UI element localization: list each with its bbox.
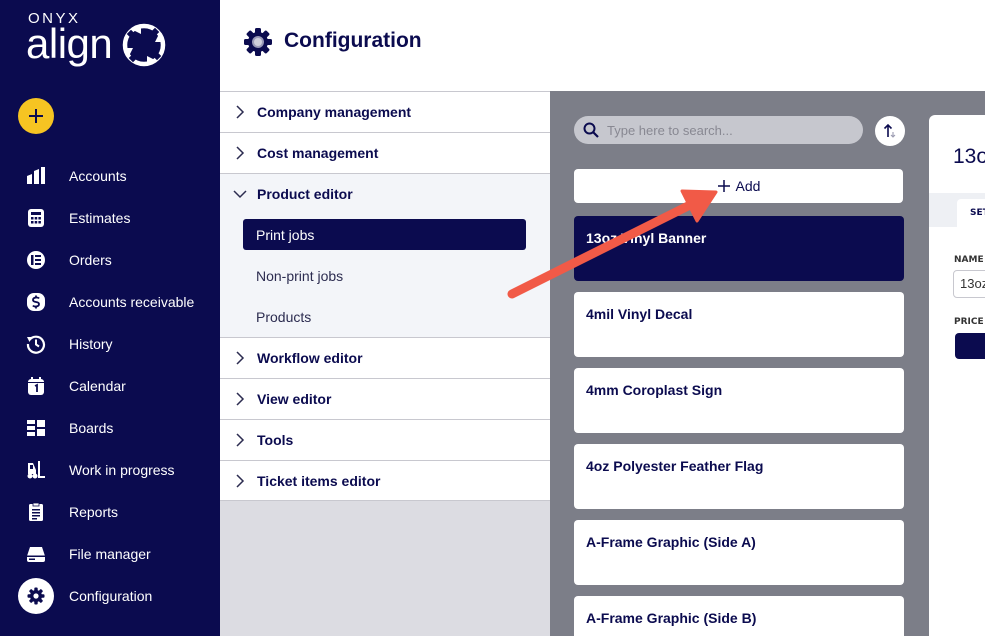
sort-button[interactable] bbox=[875, 116, 905, 146]
nav-item-accounts-receivable[interactable]: Accounts receivable bbox=[0, 281, 220, 323]
tree-group-label: Workflow editor bbox=[257, 350, 363, 366]
tree-group-workflow-editor[interactable]: Workflow editor bbox=[220, 337, 550, 378]
tree-group-label: Cost management bbox=[257, 145, 379, 161]
list-item-title: 13oz Vinyl Banner bbox=[586, 230, 707, 246]
list-item-title: 4mm Coroplast Sign bbox=[586, 382, 723, 398]
dollar-circle-icon bbox=[18, 284, 54, 320]
chevron-right-icon bbox=[236, 146, 245, 160]
gear-icon bbox=[18, 578, 54, 614]
main-navigation: Accounts Estimates Orders Accounts recei… bbox=[0, 155, 220, 617]
page-header: Configuration bbox=[220, 0, 985, 91]
nav-label: File manager bbox=[69, 546, 151, 562]
sort-arrow-icon bbox=[883, 123, 896, 138]
chevron-right-icon bbox=[236, 351, 245, 365]
tree-group-view-editor[interactable]: View editor bbox=[220, 378, 550, 419]
tree-item-products[interactable]: Products bbox=[243, 301, 526, 332]
drive-icon bbox=[18, 536, 54, 572]
boards-icon bbox=[18, 410, 54, 446]
nav-label: Accounts bbox=[69, 168, 127, 184]
history-icon bbox=[18, 326, 54, 362]
nav-item-file-manager[interactable]: File manager bbox=[0, 533, 220, 575]
tree-group-company-management[interactable]: Company management bbox=[220, 91, 550, 132]
search-box bbox=[574, 116, 863, 144]
name-field[interactable]: 13oz Vinyl Banner bbox=[953, 270, 985, 298]
price-calculation-select[interactable] bbox=[955, 333, 985, 359]
page-title: Configuration bbox=[284, 29, 422, 52]
tree-item-non-print-jobs[interactable]: Non-print jobs bbox=[243, 260, 526, 291]
nav-item-calendar[interactable]: Calendar bbox=[0, 365, 220, 407]
plus-icon bbox=[29, 109, 43, 123]
onyx-align-logo[interactable]: ONYX align bbox=[26, 10, 186, 76]
tree-group-ticket-items-editor[interactable]: Ticket items editor bbox=[220, 460, 550, 501]
list-item[interactable]: A-Frame Graphic (Side A) bbox=[574, 520, 904, 585]
list-item[interactable]: 4mil Vinyl Decal bbox=[574, 292, 904, 357]
quick-add-button[interactable] bbox=[18, 98, 54, 134]
detail-panel: 13oz Vinyl Banner SETTINGS NAME 13oz Vin… bbox=[929, 115, 985, 636]
list-item-title: A-Frame Graphic (Side A) bbox=[586, 534, 756, 550]
forklift-icon bbox=[18, 452, 54, 488]
gear-icon bbox=[244, 28, 272, 56]
nav-item-estimates[interactable]: Estimates bbox=[0, 197, 220, 239]
detail-title: 13oz Vinyl Banner bbox=[953, 145, 985, 168]
chevron-right-icon bbox=[236, 474, 245, 488]
tree-group-label: Tools bbox=[257, 432, 294, 448]
list-item[interactable]: A-Frame Graphic (Side B) bbox=[574, 596, 904, 636]
product-editor-submenu: Print jobs Non-print jobs Products bbox=[220, 214, 550, 337]
list-item[interactable]: 4mm Coroplast Sign bbox=[574, 368, 904, 433]
nav-label: Calendar bbox=[69, 378, 126, 394]
nav-item-accounts[interactable]: Accounts bbox=[0, 155, 220, 197]
tree-group-label: Ticket items editor bbox=[257, 473, 381, 489]
list-item[interactable]: 4oz Polyester Feather Flag bbox=[574, 444, 904, 509]
nav-label: Orders bbox=[69, 252, 112, 268]
align-cycle-icon bbox=[122, 23, 166, 67]
calendar-icon bbox=[18, 368, 54, 404]
nav-label: Accounts receivable bbox=[69, 294, 195, 310]
configuration-tree: Company management Cost management Produ… bbox=[220, 91, 550, 636]
chevron-right-icon bbox=[236, 105, 245, 119]
list-item-title: A-Frame Graphic (Side B) bbox=[586, 610, 757, 626]
nav-label: Work in progress bbox=[69, 462, 175, 478]
nav-item-boards[interactable]: Boards bbox=[0, 407, 220, 449]
nav-item-configuration[interactable]: Configuration bbox=[0, 575, 220, 617]
chevron-right-icon bbox=[236, 392, 245, 406]
orders-list-icon bbox=[18, 242, 54, 278]
tree-group-tools[interactable]: Tools bbox=[220, 419, 550, 460]
list-item[interactable]: 13oz Vinyl Banner bbox=[574, 216, 904, 281]
list-item-title: 4oz Polyester Feather Flag bbox=[586, 458, 764, 474]
calculator-icon bbox=[18, 200, 54, 236]
tree-item-print-jobs[interactable]: Print jobs bbox=[243, 219, 526, 250]
logo-align-text: align bbox=[26, 20, 113, 67]
search-input[interactable] bbox=[607, 122, 857, 138]
nav-item-orders[interactable]: Orders bbox=[0, 239, 220, 281]
tree-group-label: View editor bbox=[257, 391, 332, 407]
tab-settings[interactable]: SETTINGS bbox=[957, 199, 985, 227]
tree-divider bbox=[220, 500, 550, 501]
sidebar: ONYX align Accounts Estimates Orders Acc… bbox=[0, 0, 220, 636]
print-jobs-list: Add 13oz Vinyl Banner 4mil Vinyl Decal 4… bbox=[550, 91, 925, 636]
accounts-chart-icon bbox=[18, 158, 54, 194]
price-calculation-label: PRICE CALCULATION bbox=[954, 317, 985, 327]
name-field-label: NAME bbox=[954, 255, 984, 265]
list-item-title: 4mil Vinyl Decal bbox=[586, 306, 693, 322]
tree-group-product-editor[interactable]: Product editor bbox=[220, 173, 550, 214]
tree-group-label: Company management bbox=[257, 104, 412, 120]
clipboard-icon bbox=[18, 494, 54, 530]
nav-label: Configuration bbox=[69, 588, 153, 604]
chevron-down-icon bbox=[233, 190, 247, 199]
plus-icon bbox=[717, 180, 730, 192]
nav-label: Reports bbox=[69, 504, 119, 520]
detail-tabs: SETTINGS bbox=[929, 193, 985, 227]
tree-group-label: Product editor bbox=[257, 186, 353, 202]
nav-item-work-in-progress[interactable]: Work in progress bbox=[0, 449, 220, 491]
search-icon bbox=[583, 122, 599, 138]
chevron-right-icon bbox=[236, 433, 245, 447]
nav-label: History bbox=[69, 336, 113, 352]
add-button-label: Add bbox=[735, 178, 761, 194]
nav-item-history[interactable]: History bbox=[0, 323, 220, 365]
add-print-job-button[interactable]: Add bbox=[574, 169, 903, 203]
nav-label: Estimates bbox=[69, 210, 131, 226]
nav-item-reports[interactable]: Reports bbox=[0, 491, 220, 533]
nav-label: Boards bbox=[69, 420, 114, 436]
tree-group-cost-management[interactable]: Cost management bbox=[220, 132, 550, 173]
